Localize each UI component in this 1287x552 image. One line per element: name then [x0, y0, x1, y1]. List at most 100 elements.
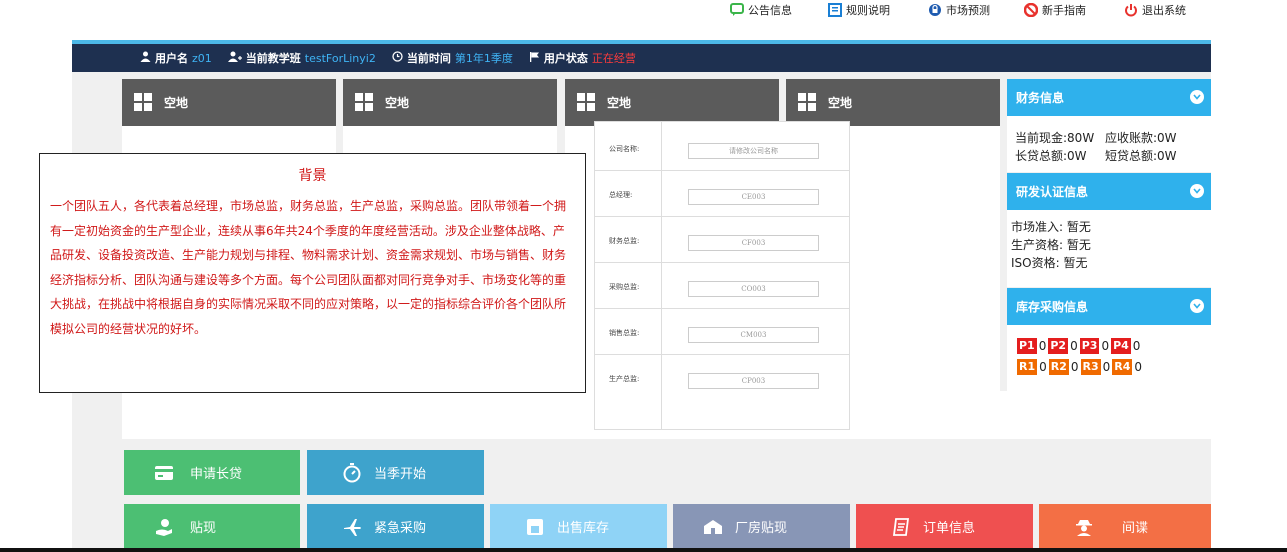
form-row-purchasing: 采购总监: CO003 — [595, 263, 849, 309]
clock-icon — [392, 51, 403, 65]
factory-icon — [703, 517, 723, 537]
chat-icon — [730, 3, 744, 17]
apply-long-loan-button[interactable]: 申请长贷 — [124, 450, 300, 495]
cfo-label: 财务总监: — [609, 237, 640, 245]
form-row-company: 公司名称: 请修改公司名称 — [595, 125, 849, 171]
plant-discount-label: 厂房贴现 — [735, 521, 788, 536]
product-qty: 0 — [1101, 338, 1110, 353]
product-qty: 0 — [1038, 338, 1047, 353]
sell-stock-button[interactable]: 出售库存 — [490, 504, 667, 549]
nav-forecast-label: 市场预测 — [946, 4, 990, 17]
grid-icon — [577, 93, 595, 111]
nav-announcements[interactable]: 公告信息 — [730, 2, 792, 18]
stock-title: 库存采购信息 — [1016, 300, 1089, 314]
plant-discount-button[interactable]: 厂房贴现 — [673, 504, 850, 549]
finance-panel-header[interactable]: 财务信息 — [1007, 79, 1211, 116]
rd-panel-header[interactable]: 研发认证信息 — [1007, 173, 1211, 210]
purchasing-label: 采购总监: — [609, 283, 640, 291]
purchasing-input[interactable]: CO003 — [688, 281, 819, 297]
material-qty: 0 — [1134, 359, 1143, 374]
order-info-label: 订单信息 — [923, 521, 976, 536]
stopwatch-icon — [342, 462, 362, 483]
time-label: 当前时间 — [406, 52, 451, 65]
nav-rules[interactable]: 规则说明 — [828, 2, 890, 18]
chevron-down-icon[interactable] — [1190, 184, 1204, 198]
product-badge: P4 — [1111, 337, 1131, 354]
finance-row: 长贷总额:0W 短贷总额:0W — [1007, 146, 1211, 164]
form-row-ceo: 总经理: CE003 — [595, 171, 849, 217]
ceo-input[interactable]: CE003 — [688, 189, 819, 205]
money-hand-icon — [154, 517, 174, 537]
grid-icon — [355, 93, 373, 111]
window-bottom-edge — [0, 548, 1287, 552]
ceo-label: 总经理: — [609, 191, 633, 199]
order-list-icon — [891, 517, 911, 537]
sell-stock-label: 出售库存 — [557, 521, 610, 536]
discount-button[interactable]: 贴现 — [124, 504, 300, 549]
status-state: 用户状态 正在经营 — [529, 50, 636, 66]
nav-guide[interactable]: 新手指南 — [1024, 2, 1086, 18]
factory-slot-label: 空地 — [385, 96, 410, 110]
product-stock-row: P1 0 P2 0 P3 0 P4 0 — [1007, 335, 1211, 356]
card-icon — [154, 463, 174, 483]
factory-slot-1[interactable]: 空地 — [122, 79, 336, 135]
finance-panel-body: 当前现金:80W 应收账款:0W 长贷总额:0W 短贷总额:0W — [1007, 116, 1211, 172]
factory-slot-2[interactable]: 空地 — [343, 79, 557, 135]
background-title: 背景 — [298, 168, 327, 184]
receivable-value: 应收账款:0W — [1105, 130, 1177, 145]
time-value: 第1年1季度 — [454, 52, 513, 65]
material-badge: R2 — [1048, 358, 1069, 375]
stock-panel-body: P1 0 P2 0 P3 0 P4 0 R1 0 R2 0 R3 0 R4 0 — [1007, 325, 1211, 391]
spy-button[interactable]: 间谍 — [1039, 504, 1211, 549]
spy-label: 间谍 — [1122, 521, 1149, 536]
user-icon — [140, 51, 151, 65]
finance-row: 当前现金:80W 应收账款:0W — [1007, 128, 1211, 146]
finance-title: 财务信息 — [1016, 91, 1065, 105]
status-username: 用户名 z01 — [140, 50, 212, 66]
background-popup: 背景 一个团队五人，各代表着总经理，市场总监，财务总监，生产总监，采购总监。团队… — [39, 153, 586, 393]
material-qty: 0 — [1039, 359, 1047, 374]
rd-panel-body: 市场准入: 暂无 生产资格: 暂无 ISO资格: 暂无 — [1007, 210, 1211, 287]
material-badge: R1 — [1017, 358, 1038, 375]
long-loan-value: 长贷总额:0W — [1015, 148, 1087, 163]
sales-input[interactable]: CM003 — [688, 327, 819, 343]
form-row-production: 生产总监: CP003 — [595, 355, 849, 401]
status-time: 当前时间 第1年1季度 — [392, 50, 513, 66]
order-info-button[interactable]: 订单信息 — [856, 504, 1033, 549]
stock-panel-header[interactable]: 库存采购信息 — [1007, 288, 1211, 325]
production-input[interactable]: CP003 — [688, 373, 819, 389]
user-status-bar: 用户名 z01 当前教学班 testForLinyi2 当前时间 第1年1季度 … — [72, 44, 1211, 72]
spy-icon — [1074, 517, 1094, 537]
class-value: testForLinyi2 — [304, 51, 376, 65]
start-season-button[interactable]: 当季开始 — [307, 450, 484, 495]
lock-icon — [928, 3, 942, 17]
status-class: 当前教学班 testForLinyi2 — [227, 50, 376, 66]
warehouse-icon — [525, 517, 545, 537]
top-nav: 公告信息 规则说明 市场预测 新手指南 退出系统 — [0, 0, 1287, 40]
product-badge: P2 — [1048, 337, 1069, 354]
apply-long-loan-label: 申请长贷 — [190, 467, 243, 482]
airplane-icon — [342, 517, 362, 537]
lifebuoy-icon — [1024, 3, 1038, 17]
chevron-down-icon[interactable] — [1190, 299, 1204, 313]
users-icon — [227, 51, 242, 65]
urgent-purchase-button[interactable]: 紧急采购 — [307, 504, 484, 549]
nav-forecast[interactable]: 市场预测 — [928, 2, 990, 18]
company-info-form: 公司名称: 请修改公司名称 总经理: CE003 财务总监: CF003 采购总… — [594, 121, 850, 430]
background-text: 一个团队五人，各代表着总经理，市场总监，财务总监，生产总监，采购总监。团队带领着… — [50, 199, 567, 336]
nav-guide-label: 新手指南 — [1042, 4, 1086, 17]
factory-slot-label: 空地 — [164, 96, 189, 110]
cfo-input[interactable]: CF003 — [688, 235, 819, 251]
factory-slot-3[interactable]: 空地 — [565, 79, 779, 135]
material-stock-row: R1 0 R2 0 R3 0 R4 0 — [1007, 356, 1211, 377]
factory-slot-label: 空地 — [607, 96, 632, 110]
company-name-input[interactable]: 请修改公司名称 — [688, 143, 819, 159]
short-loan-value: 短贷总额:0W — [1105, 148, 1177, 163]
form-row-sales: 销售总监: CM003 — [595, 309, 849, 355]
document-icon — [828, 3, 842, 17]
cash-value: 当前现金:80W — [1015, 130, 1095, 145]
chevron-down-icon[interactable] — [1190, 90, 1204, 104]
factory-slot-4[interactable]: 空地 — [786, 79, 1000, 135]
nav-logout[interactable]: 退出系统 — [1124, 2, 1186, 18]
product-qty: 0 — [1070, 338, 1078, 353]
